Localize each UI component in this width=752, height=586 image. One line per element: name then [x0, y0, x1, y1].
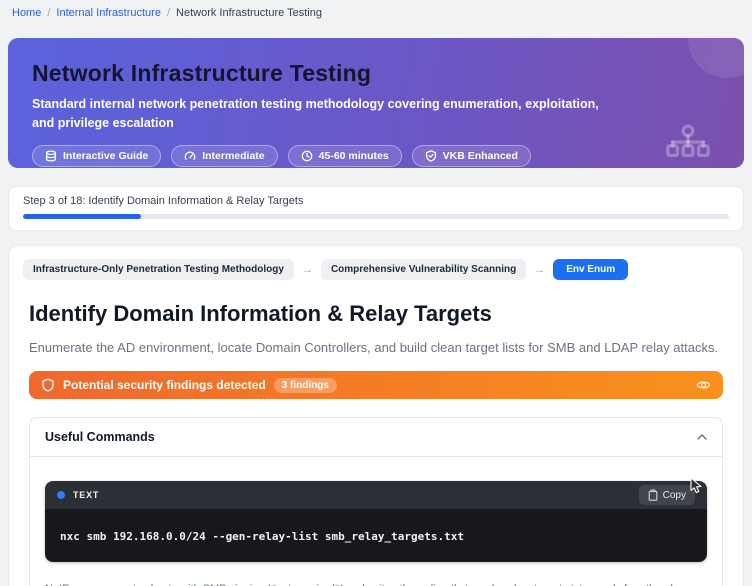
- hero-subtitle: Standard internal network penetration te…: [32, 95, 607, 134]
- hero-title: Network Infrastructure Testing: [32, 60, 720, 87]
- security-findings-alert: Potential security findings detected 3 f…: [29, 371, 723, 399]
- arrow-right-icon: →: [534, 264, 545, 276]
- badge-label: VKB Enhanced: [443, 150, 518, 162]
- breadcrumb-link-internal-infrastructure[interactable]: Internal Infrastructure: [56, 7, 161, 19]
- step-progress-card: Step 3 of 18: Identify Domain Informatio…: [8, 186, 744, 231]
- breadcrumb-separator: /: [47, 7, 50, 19]
- badge-interactive-guide: Interactive Guide: [32, 145, 161, 167]
- methodology-path: Infrastructure-Only Penetration Testing …: [21, 258, 731, 281]
- breadcrumb-current: Network Infrastructure Testing: [176, 7, 322, 19]
- eye-icon[interactable]: [696, 379, 711, 391]
- step-content-card: Infrastructure-Only Penetration Testing …: [8, 245, 744, 586]
- alert-text: Potential security findings detected: [63, 378, 266, 392]
- arrow-right-icon: →: [302, 264, 313, 276]
- step-progress-label: Step 3 of 18: Identify Domain Informatio…: [23, 195, 729, 207]
- code-block: TEXT Copy nxc smb 192.16: [45, 481, 707, 562]
- chevron-up-icon[interactable]: [697, 434, 707, 440]
- code-language-label: TEXT: [73, 490, 99, 500]
- hero-badges: Interactive Guide Intermediate: [32, 145, 720, 167]
- command-text: nxc smb 192.168.0.0/24 --gen-relay-list …: [60, 530, 464, 543]
- clock-icon: [301, 150, 313, 162]
- clipboard-icon: [648, 489, 658, 501]
- findings-count-badge: 3 findings: [274, 378, 337, 393]
- code-block-body[interactable]: nxc smb 192.168.0.0/24 --gen-relay-list …: [45, 509, 707, 562]
- badge-label: 45-60 minutes: [319, 150, 389, 162]
- network-hierarchy-icon: [664, 124, 712, 165]
- useful-commands-header[interactable]: Useful Commands: [30, 418, 722, 457]
- code-block-header: TEXT Copy: [45, 481, 707, 509]
- step-description: Enumerate the AD environment, locate Dom…: [21, 340, 731, 355]
- path-chip-env-enum-active[interactable]: Env Enum: [553, 259, 628, 280]
- language-dot-icon: [57, 491, 65, 499]
- useful-commands-body: TEXT Copy nxc smb 192.16: [30, 457, 722, 586]
- badge-intermediate: Intermediate: [171, 145, 277, 167]
- hero-banner: Network Infrastructure Testing Standard …: [8, 38, 744, 168]
- section-title: Useful Commands: [45, 430, 155, 444]
- badge-duration: 45-60 minutes: [288, 145, 402, 167]
- copy-button[interactable]: Copy: [639, 485, 695, 505]
- breadcrumb-link-home[interactable]: Home: [12, 7, 41, 19]
- breadcrumb-separator: /: [167, 7, 170, 19]
- copy-button-label: Copy: [663, 490, 686, 501]
- progress-bar-track: [23, 214, 729, 219]
- step-title: Identify Domain Information & Relay Targ…: [21, 301, 731, 327]
- path-chip-vulnerability-scanning[interactable]: Comprehensive Vulnerability Scanning: [321, 259, 526, 280]
- progress-bar-fill: [23, 214, 141, 219]
- useful-commands-section: Useful Commands TEXT: [29, 417, 723, 586]
- badge-label: Interactive Guide: [63, 150, 148, 162]
- page: Home / Internal Infrastructure / Network…: [0, 0, 752, 586]
- gauge-icon: [184, 150, 196, 162]
- shield-check-icon: [425, 150, 437, 162]
- shield-icon: [41, 378, 55, 392]
- path-chip-methodology[interactable]: Infrastructure-Only Penetration Testing …: [23, 259, 294, 280]
- database-icon: [45, 150, 57, 162]
- badge-label: Intermediate: [202, 150, 264, 162]
- breadcrumb: Home / Internal Infrastructure / Network…: [8, 0, 744, 19]
- badge-vkb-enhanced: VKB Enhanced: [412, 145, 531, 167]
